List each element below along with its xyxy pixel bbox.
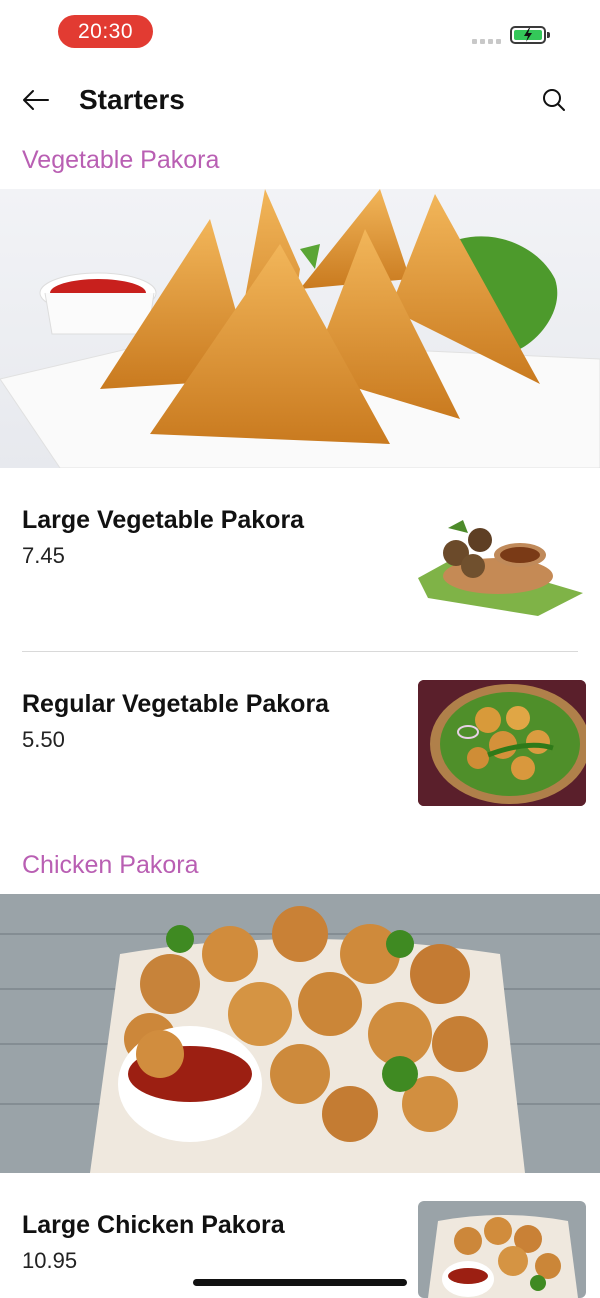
search-button[interactable] <box>536 82 572 118</box>
vegetable-pakora-banner-image <box>0 189 600 468</box>
back-button[interactable] <box>18 82 54 118</box>
section-title-vegetable-pakora: Vegetable Pakora <box>22 146 220 174</box>
section-title-chicken-pakora: Chicken Pakora <box>22 851 199 879</box>
chicken-pakora-banner-image <box>0 894 600 1173</box>
item-image <box>418 1201 586 1298</box>
signal-icon <box>472 39 501 44</box>
item-price: 10.95 <box>22 1248 78 1273</box>
menu-item[interactable]: Regular Vegetable Pakora 5.50 <box>0 652 600 822</box>
home-indicator <box>193 1279 407 1286</box>
item-name: Large Chicken Pakora <box>22 1211 285 1239</box>
item-name: Regular Vegetable Pakora <box>22 690 330 718</box>
status-time: 20:30 <box>58 15 153 48</box>
item-image <box>418 498 586 624</box>
arrow-left-icon <box>23 90 49 110</box>
item-image <box>418 680 586 806</box>
item-price: 7.45 <box>22 543 65 568</box>
battery-icon <box>510 26 550 44</box>
app-header: Starters <box>0 70 600 130</box>
item-name: Large Vegetable Pakora <box>22 506 305 534</box>
page-title: Starters <box>79 84 185 115</box>
menu-item[interactable]: Large Vegetable Pakora 7.45 <box>0 468 600 651</box>
status-bar: 20:30 <box>0 0 600 62</box>
item-price: 5.50 <box>22 727 65 752</box>
search-icon <box>543 89 565 111</box>
